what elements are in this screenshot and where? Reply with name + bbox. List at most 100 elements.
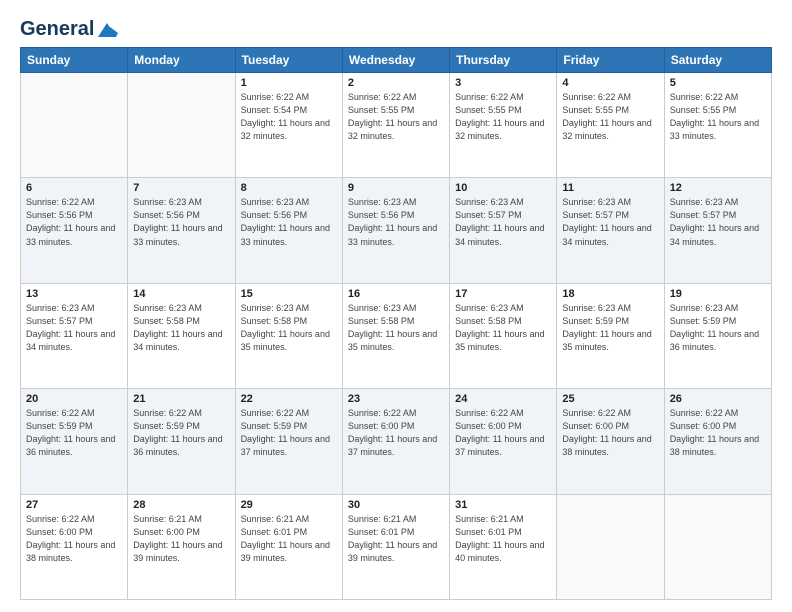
calendar-header-row: SundayMondayTuesdayWednesdayThursdayFrid…	[21, 48, 772, 73]
day-info: Sunrise: 6:22 AM Sunset: 6:00 PM Dayligh…	[348, 407, 444, 459]
calendar-cell: 27 Sunrise: 6:22 AM Sunset: 6:00 PM Dayli…	[21, 494, 128, 599]
day-number: 2	[348, 77, 444, 89]
calendar-cell: 7Sunrise: 6:23 AM Sunset: 5:56 PM Daylig…	[128, 178, 235, 283]
day-header-sunday: Sunday	[21, 48, 128, 73]
day-header-monday: Monday	[128, 48, 235, 73]
day-info: Sunrise: 6:23 AM Sunset: 5:56 PM Dayligh…	[133, 196, 229, 248]
calendar-cell: 15 Sunrise: 6:23 AM Sunset: 5:58 PM Dayli…	[235, 283, 342, 388]
day-number: 17	[455, 288, 551, 300]
day-number: 14	[133, 288, 229, 300]
day-number: 29	[241, 499, 337, 511]
day-info: Sunrise: 6:22 AM Sunset: 5:54 PM Dayligh…	[241, 91, 337, 143]
calendar-cell: 5 Sunrise: 6:22 AM Sunset: 5:55 PM Daylig…	[664, 73, 771, 178]
day-info: Sunrise: 6:22 AM Sunset: 5:55 PM Dayligh…	[348, 91, 444, 143]
day-number: 6	[26, 182, 122, 194]
day-info: Sunrise: 6:22 AM Sunset: 5:55 PM Dayligh…	[670, 91, 766, 143]
day-number: 19	[670, 288, 766, 300]
calendar-cell: 12 Sunrise: 6:23 AM Sunset: 5:57 PM Dayli…	[664, 178, 771, 283]
calendar-table: SundayMondayTuesdayWednesdayThursdayFrid…	[20, 47, 772, 600]
day-info: Sunrise: 6:23 AM Sunset: 5:57 PM Dayligh…	[455, 196, 551, 248]
day-info: Sunrise: 6:23 AM Sunset: 5:58 PM Dayligh…	[133, 302, 229, 354]
day-info: Sunrise: 6:23 AM Sunset: 5:58 PM Dayligh…	[241, 302, 337, 354]
calendar-cell: 17 Sunrise: 6:23 AM Sunset: 5:58 PM Dayli…	[450, 283, 557, 388]
day-number: 31	[455, 499, 551, 511]
day-header-tuesday: Tuesday	[235, 48, 342, 73]
day-number: 26	[670, 393, 766, 405]
day-info: Sunrise: 6:22 AM Sunset: 5:59 PM Dayligh…	[133, 407, 229, 459]
day-number: 5	[670, 77, 766, 89]
calendar-cell: 2 Sunrise: 6:22 AM Sunset: 5:55 PM Daylig…	[342, 73, 449, 178]
day-info: Sunrise: 6:22 AM Sunset: 6:00 PM Dayligh…	[26, 513, 122, 565]
logo-icon	[96, 21, 118, 39]
calendar-cell	[557, 494, 664, 599]
calendar-cell: 11Sunrise: 6:23 AM Sunset: 5:57 PM Dayli…	[557, 178, 664, 283]
calendar-week-row: 6 Sunrise: 6:22 AM Sunset: 5:56 PM Daylig…	[21, 178, 772, 283]
day-header-saturday: Saturday	[664, 48, 771, 73]
day-number: 24	[455, 393, 551, 405]
calendar-cell: 24 Sunrise: 6:22 AM Sunset: 6:00 PM Dayli…	[450, 389, 557, 494]
header: General	[20, 18, 772, 37]
calendar-cell: 10 Sunrise: 6:23 AM Sunset: 5:57 PM Dayli…	[450, 178, 557, 283]
page: General SundayMondayTuesdayWednesdayThur…	[0, 0, 792, 612]
calendar-week-row: 13 Sunrise: 6:23 AM Sunset: 5:57 PM Dayli…	[21, 283, 772, 388]
day-info: Sunrise: 6:21 AM Sunset: 6:00 PM Dayligh…	[133, 513, 229, 565]
calendar-cell: 9 Sunrise: 6:23 AM Sunset: 5:56 PM Daylig…	[342, 178, 449, 283]
day-info: Sunrise: 6:22 AM Sunset: 6:00 PM Dayligh…	[455, 407, 551, 459]
day-number: 15	[241, 288, 337, 300]
day-info: Sunrise: 6:23 AM Sunset: 5:56 PM Dayligh…	[348, 196, 444, 248]
calendar-cell: 23 Sunrise: 6:22 AM Sunset: 6:00 PM Dayli…	[342, 389, 449, 494]
day-number: 16	[348, 288, 444, 300]
calendar-cell: 4Sunrise: 6:22 AM Sunset: 5:55 PM Daylig…	[557, 73, 664, 178]
day-info: Sunrise: 6:22 AM Sunset: 5:55 PM Dayligh…	[562, 91, 658, 143]
day-info: Sunrise: 6:23 AM Sunset: 5:56 PM Dayligh…	[241, 196, 337, 248]
calendar-cell: 14 Sunrise: 6:23 AM Sunset: 5:58 PM Dayli…	[128, 283, 235, 388]
day-number: 23	[348, 393, 444, 405]
calendar-cell: 13 Sunrise: 6:23 AM Sunset: 5:57 PM Dayli…	[21, 283, 128, 388]
day-number: 3	[455, 77, 551, 89]
day-info: Sunrise: 6:22 AM Sunset: 5:55 PM Dayligh…	[455, 91, 551, 143]
calendar-cell: 30 Sunrise: 6:21 AM Sunset: 6:01 PM Dayli…	[342, 494, 449, 599]
day-number: 10	[455, 182, 551, 194]
calendar-week-row: 1 Sunrise: 6:22 AM Sunset: 5:54 PM Daylig…	[21, 73, 772, 178]
calendar-cell: 16Sunrise: 6:23 AM Sunset: 5:58 PM Dayli…	[342, 283, 449, 388]
day-number: 30	[348, 499, 444, 511]
day-info: Sunrise: 6:21 AM Sunset: 6:01 PM Dayligh…	[241, 513, 337, 565]
day-info: Sunrise: 6:23 AM Sunset: 5:57 PM Dayligh…	[26, 302, 122, 354]
day-info: Sunrise: 6:21 AM Sunset: 6:01 PM Dayligh…	[348, 513, 444, 565]
day-info: Sunrise: 6:23 AM Sunset: 5:59 PM Dayligh…	[562, 302, 658, 354]
day-info: Sunrise: 6:23 AM Sunset: 5:57 PM Dayligh…	[670, 196, 766, 248]
day-header-friday: Friday	[557, 48, 664, 73]
calendar-cell: 6 Sunrise: 6:22 AM Sunset: 5:56 PM Daylig…	[21, 178, 128, 283]
calendar-cell: 1 Sunrise: 6:22 AM Sunset: 5:54 PM Daylig…	[235, 73, 342, 178]
day-number: 22	[241, 393, 337, 405]
day-info: Sunrise: 6:22 AM Sunset: 6:00 PM Dayligh…	[562, 407, 658, 459]
calendar-week-row: 27 Sunrise: 6:22 AM Sunset: 6:00 PM Dayli…	[21, 494, 772, 599]
day-info: Sunrise: 6:23 AM Sunset: 5:58 PM Dayligh…	[455, 302, 551, 354]
day-number: 8	[241, 182, 337, 194]
calendar-cell	[21, 73, 128, 178]
calendar-cell: 8 Sunrise: 6:23 AM Sunset: 5:56 PM Daylig…	[235, 178, 342, 283]
calendar-cell: 29 Sunrise: 6:21 AM Sunset: 6:01 PM Dayli…	[235, 494, 342, 599]
day-number: 12	[670, 182, 766, 194]
day-number: 18	[562, 288, 658, 300]
day-number: 13	[26, 288, 122, 300]
calendar-cell: 26 Sunrise: 6:22 AM Sunset: 6:00 PM Dayli…	[664, 389, 771, 494]
calendar-cell: 18 Sunrise: 6:23 AM Sunset: 5:59 PM Dayli…	[557, 283, 664, 388]
day-number: 9	[348, 182, 444, 194]
day-number: 28	[133, 499, 229, 511]
day-number: 1	[241, 77, 337, 89]
day-info: Sunrise: 6:22 AM Sunset: 5:59 PM Dayligh…	[26, 407, 122, 459]
day-number: 21	[133, 393, 229, 405]
calendar-cell: 22Sunrise: 6:22 AM Sunset: 5:59 PM Dayli…	[235, 389, 342, 494]
logo-general: General	[20, 18, 94, 41]
day-info: Sunrise: 6:22 AM Sunset: 6:00 PM Dayligh…	[670, 407, 766, 459]
calendar-cell	[664, 494, 771, 599]
calendar-cell: 19Sunrise: 6:23 AM Sunset: 5:59 PM Dayli…	[664, 283, 771, 388]
day-number: 27	[26, 499, 122, 511]
calendar-week-row: 20Sunrise: 6:22 AM Sunset: 5:59 PM Dayli…	[21, 389, 772, 494]
calendar-cell: 20Sunrise: 6:22 AM Sunset: 5:59 PM Dayli…	[21, 389, 128, 494]
day-info: Sunrise: 6:21 AM Sunset: 6:01 PM Dayligh…	[455, 513, 551, 565]
day-info: Sunrise: 6:23 AM Sunset: 5:57 PM Dayligh…	[562, 196, 658, 248]
calendar-cell: 28 Sunrise: 6:21 AM Sunset: 6:00 PM Dayli…	[128, 494, 235, 599]
day-info: Sunrise: 6:22 AM Sunset: 5:56 PM Dayligh…	[26, 196, 122, 248]
